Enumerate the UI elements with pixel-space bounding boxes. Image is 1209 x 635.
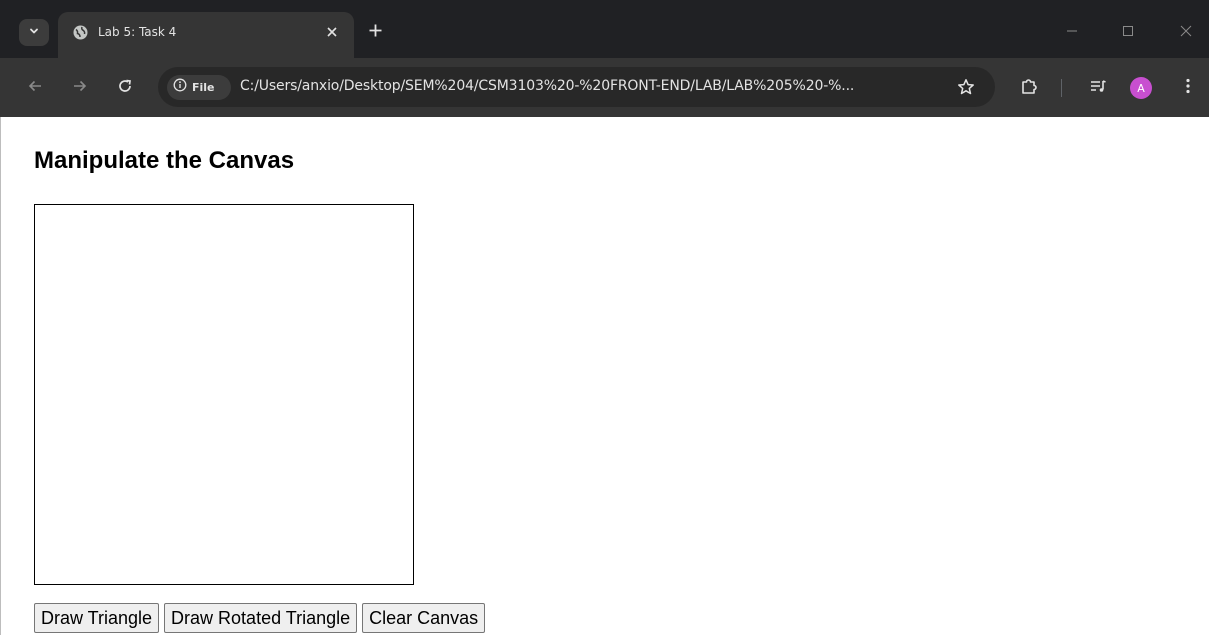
clear-canvas-button[interactable]: Clear Canvas [362,603,486,633]
more-vertical-icon [1185,77,1191,100]
close-window-button[interactable] [1175,22,1197,44]
new-tab-button[interactable] [364,22,386,44]
info-icon [173,78,187,97]
menu-button[interactable] [1176,76,1200,100]
tab-strip: Lab 5: Task 4 [0,0,1209,58]
reload-button[interactable] [113,76,137,100]
chevron-down-icon [28,24,40,42]
window-edge [0,117,1,635]
puzzle-icon [1020,77,1038,100]
arrow-right-icon [72,78,88,99]
back-button[interactable] [23,76,47,100]
tab-title: Lab 5: Task 4 [98,25,177,39]
close-icon [1180,24,1192,42]
toolbar-divider [1061,79,1062,97]
draw-rotated-triangle-button[interactable]: Draw Rotated Triangle [164,603,358,633]
minimize-button[interactable] [1061,22,1083,44]
forward-button[interactable] [68,76,92,100]
draw-triangle-button[interactable]: Draw Triangle [34,603,160,633]
address-bar[interactable]: File C:/Users/anxio/Desktop/SEM%204/CSM3… [158,67,995,107]
globe-icon [72,24,89,41]
maximize-button[interactable] [1117,22,1139,44]
browser-toolbar: File C:/Users/anxio/Desktop/SEM%204/CSM3… [0,58,1209,117]
drawing-canvas[interactable] [34,204,414,585]
button-row: Draw Triangle Draw Rotated Triangle Clea… [34,603,486,633]
maximize-icon [1122,24,1134,42]
media-queue-icon [1089,77,1107,100]
page-content: Manipulate the Canvas Draw Triangle Draw… [0,117,1209,635]
reload-icon [117,78,133,99]
extensions-button[interactable] [1017,76,1041,100]
plus-icon [369,24,382,42]
arrow-left-icon [27,78,43,99]
page-title: Manipulate the Canvas [34,147,295,174]
tab-search-button[interactable] [19,19,49,46]
bookmark-star-icon[interactable] [955,76,977,98]
reading-list-button[interactable] [1086,76,1110,100]
browser-chrome: Lab 5: Task 4 File C:/Users/anxio/Deskto… [0,0,1209,117]
minimize-icon [1066,24,1078,42]
site-info-chip[interactable]: File [167,75,231,100]
site-chip-label: File [192,81,215,94]
profile-avatar[interactable]: A [1130,77,1152,99]
url-text[interactable]: C:/Users/anxio/Desktop/SEM%204/CSM3103%2… [240,78,854,94]
active-tab[interactable]: Lab 5: Task 4 [58,12,354,58]
close-tab-icon[interactable] [324,24,340,40]
